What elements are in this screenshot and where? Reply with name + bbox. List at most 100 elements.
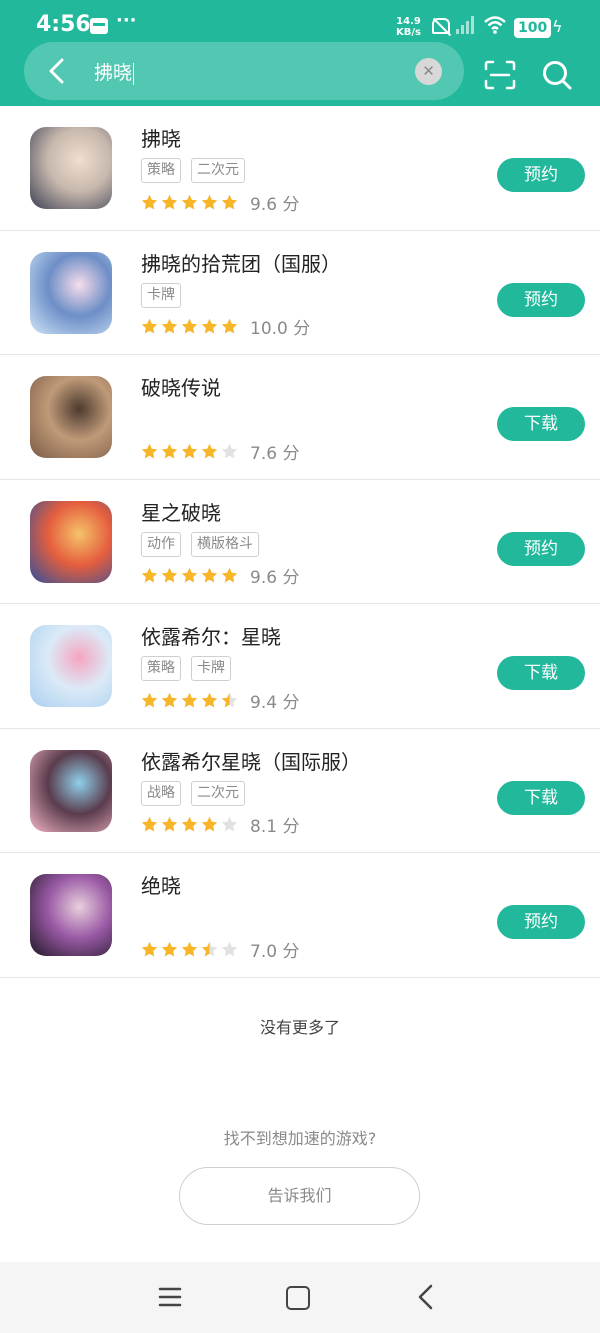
star-rating: [141, 816, 238, 833]
app-icon[interactable]: [30, 874, 112, 956]
scan-icon[interactable]: [484, 60, 516, 90]
tell-us-button[interactable]: 告诉我们: [179, 1167, 420, 1225]
star-icon: [181, 567, 198, 583]
status-time: 4:56: [36, 12, 91, 37]
star-icon: [201, 318, 218, 334]
star-icon: [161, 318, 178, 334]
app-icon[interactable]: [30, 625, 112, 707]
mute-bell-icon: [432, 18, 450, 34]
score-text: 8.1 分: [250, 817, 300, 837]
star-icon: [141, 194, 158, 209]
tag-list: 策略 二次元: [141, 158, 245, 183]
close-icon: ✕: [422, 62, 435, 80]
clear-search-button[interactable]: ✕: [415, 58, 442, 85]
app-name[interactable]: 依露希尔星晓（国际服）: [141, 746, 361, 775]
genre-tag: 卡牌: [191, 656, 231, 681]
genre-tag: 卡牌: [141, 282, 181, 308]
charging-icon: ϟ: [552, 17, 563, 36]
app-name[interactable]: 星之破晓: [141, 497, 221, 526]
star-icon: [181, 692, 198, 707]
star-rating: [141, 692, 238, 709]
cannot-find-hint: 找不到想加速的游戏?: [223, 1129, 377, 1148]
reserve-button[interactable]: 预约: [497, 531, 585, 566]
result-item[interactable]: 破晓传说 7.6 分 下载: [0, 355, 600, 480]
star-icon: [181, 318, 198, 334]
rating: 10.0 分: [141, 316, 311, 339]
network-speed-value: 14.9: [396, 16, 421, 27]
score-text: 7.6 分: [250, 443, 300, 464]
wifi-icon: [484, 16, 506, 34]
star-icon: [141, 816, 158, 832]
app-icon[interactable]: [30, 251, 112, 334]
back-nav-icon[interactable]: [414, 1284, 438, 1310]
network-speed-unit: KB/s: [396, 27, 421, 38]
result-item[interactable]: 绝晓 7.0 分 预约: [0, 853, 600, 978]
reserve-button[interactable]: 预约: [497, 905, 585, 939]
app-name[interactable]: 拂晓的拾荒团（国服）: [141, 248, 341, 277]
app-name[interactable]: 依露希尔：星晓: [141, 621, 281, 650]
star-icon: [161, 567, 178, 583]
app-name[interactable]: 拂晓: [141, 123, 181, 152]
result-item[interactable]: 依露希尔：星晓策略 卡牌 9.4 分 下载: [0, 604, 600, 729]
star-icon: [141, 941, 158, 956]
result-item[interactable]: 星之破晓动作 横版格斗 9.6 分 预约: [0, 480, 600, 604]
status-bar: 4:56 ··· 14.9 KB/s 100 ϟ: [0, 0, 600, 44]
star-icon: [221, 443, 238, 458]
result-item[interactable]: 依露希尔星晓（国际服） 战略 二次元 8.1 分 下载: [0, 729, 600, 853]
score-text: 9.6 分: [250, 568, 300, 588]
genre-tag: 二次元: [191, 158, 245, 183]
search-icon[interactable]: [540, 58, 574, 92]
score-text: 9.4 分: [250, 692, 300, 713]
rating: 8.1 分: [141, 814, 300, 837]
download-button[interactable]: 下载: [497, 656, 585, 690]
home-icon[interactable]: [286, 1286, 310, 1310]
genre-tag: 二次元: [191, 780, 245, 806]
app-name[interactable]: 绝晓: [141, 870, 181, 899]
recent-apps-icon[interactable]: [158, 1286, 182, 1308]
score-text: 10.0 分: [250, 319, 311, 339]
download-button[interactable]: 下载: [497, 407, 585, 441]
star-icon: [221, 567, 238, 583]
star-icon: [201, 941, 218, 956]
star-icon: [141, 692, 158, 707]
star-icon: [181, 194, 198, 209]
app-name[interactable]: 破晓传说: [141, 372, 221, 401]
no-more-text: 没有更多了: [259, 1018, 340, 1037]
app-icon[interactable]: [30, 500, 112, 583]
genre-tag: 策略: [141, 158, 181, 183]
star-rating: [141, 318, 238, 335]
score-text: 9.6 分: [250, 194, 300, 215]
download-button[interactable]: 下载: [497, 780, 585, 815]
star-icon: [221, 941, 238, 956]
genre-tag: 策略: [141, 656, 181, 681]
star-icon: [141, 567, 158, 583]
app-icon[interactable]: [30, 376, 112, 458]
signal-icon: [456, 16, 476, 34]
reserve-button[interactable]: 预约: [497, 282, 585, 317]
results-list: 拂晓 策略 二次元 9.6 分预约 拂晓的拾荒团（国服） 卡牌 10.0 分预约 破晓传说 7.…: [0, 106, 600, 978]
rating: 9.6 分: [141, 565, 300, 588]
star-icon: [161, 941, 178, 956]
rating: 7.0 分: [141, 938, 299, 962]
notification-card-icon: [90, 18, 108, 34]
top-bar: 4:56 ··· 14.9 KB/s 100 ϟ 拂晓 ✕: [0, 0, 600, 106]
star-icon: [161, 692, 178, 707]
result-item[interactable]: 拂晓的拾荒团（国服） 卡牌 10.0 分 预约: [0, 231, 600, 355]
app-icon[interactable]: [30, 127, 112, 209]
star-icon: [201, 194, 218, 209]
reserve-button[interactable]: 预约: [497, 158, 585, 192]
star-icon: [161, 816, 178, 832]
battery-level: 100: [514, 18, 552, 38]
more-notifications-icon: ···: [116, 10, 137, 31]
search-box[interactable]: 拂晓 ✕: [24, 42, 464, 100]
star-icon: [221, 318, 238, 334]
genre-tag: 动作: [141, 531, 181, 557]
app-icon[interactable]: [30, 749, 112, 832]
star-icon: [141, 318, 158, 334]
genre-tag: 横版格斗: [191, 531, 259, 557]
back-button[interactable]: [38, 52, 76, 90]
search-input[interactable]: 拂晓: [94, 58, 134, 85]
result-item[interactable]: 拂晓策略 二次元 9.6 分 预约: [0, 106, 600, 231]
back-arrow-icon: [49, 58, 64, 84]
star-icon: [161, 443, 178, 458]
